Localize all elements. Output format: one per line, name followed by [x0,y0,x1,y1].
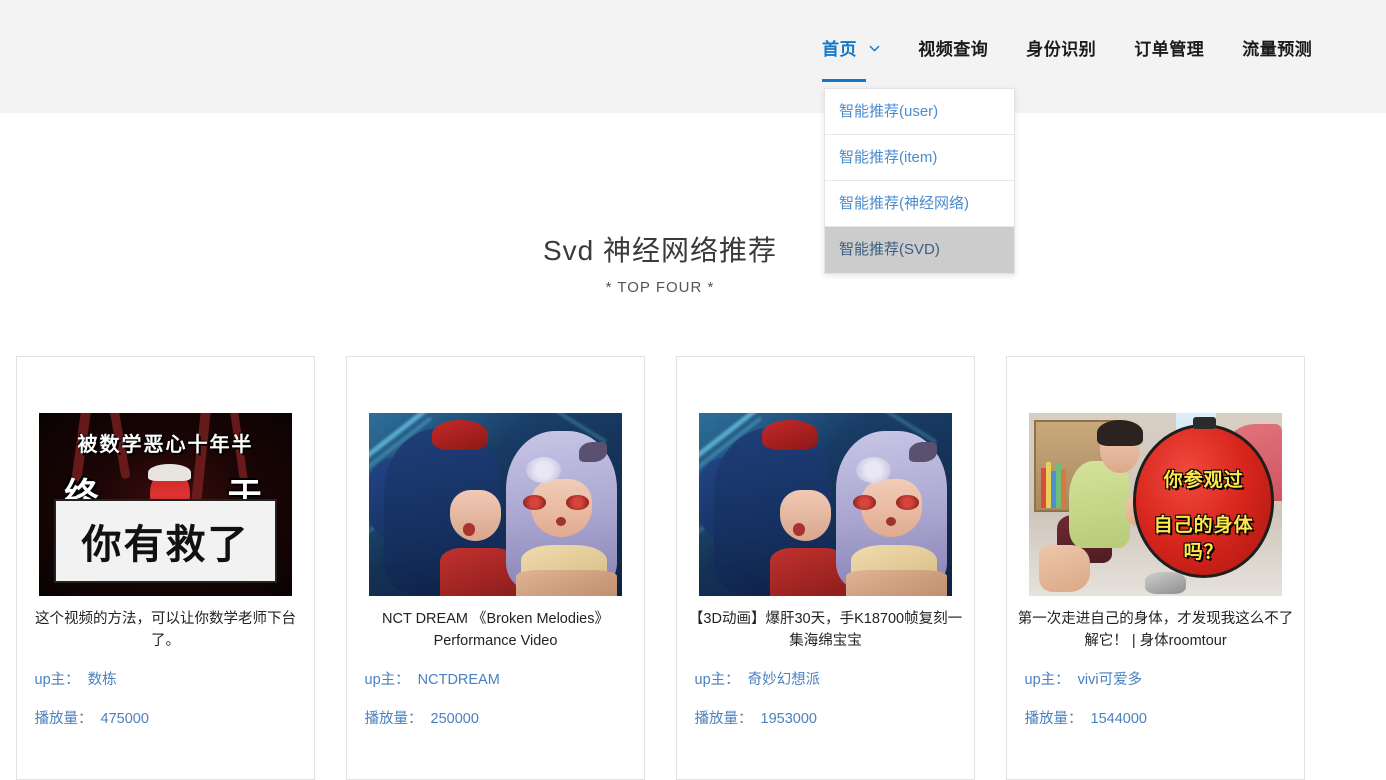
thumbnail-figure [566,495,590,510]
uploader-value: 奇妙幻想派 [747,672,821,688]
thumbnail-overlay-badge: 你参观过 自己的身体吗？ [1132,423,1275,578]
thumbnail-figure [845,570,947,596]
thumbnail-figure [853,495,877,510]
thumbnail-figure [523,495,547,510]
uploader-value: NCTDREAM [417,672,500,688]
thumbnail-text-bottom: 自己的身体吗？ [1153,513,1254,563]
thumbnail-text-box: 你有救了 [54,499,277,584]
nav-item-home[interactable]: 首页 [822,38,880,82]
active-tab-underline [822,79,867,82]
thumbnail-figure [1039,544,1090,593]
card-uploader: up主： NCTDREAM [365,668,627,689]
main-navigation: 首页 视频查询 身份识别 订单管理 流量预测 [822,38,1312,82]
views-value: 1953000 [760,711,817,727]
dropdown-item-recommend-neural-network[interactable]: 智能推荐(神经网络) [825,181,1014,227]
video-thumbnail[interactable] [699,413,952,596]
nav-item-traffic-forecast[interactable]: 流量预测 [1242,38,1312,66]
thumbnail-background-object [1145,572,1186,595]
card-title: 第一次走进自己的身体，才发现我这么不了解它！ | 身体roomtour [1017,611,1294,649]
thumbnail-figure [439,548,516,596]
card-uploader: up主： vivi可爱多 [1025,668,1287,689]
video-thumbnail[interactable]: 被数学恶心十年半 终 于 你有救了 [39,413,292,596]
thumbnail-figure [896,495,920,510]
thumbnail-figure [1097,420,1143,446]
chevron-down-icon [869,43,880,54]
thumbnail-text-top: 被数学恶心十年半 [77,431,254,456]
views-label: 播放量： [694,711,753,727]
thumbnail-figure [769,548,846,596]
card-views: 播放量： 1953000 [695,707,957,728]
thumbnail-figure [515,570,617,596]
nav-item-order-management-label: 订单管理 [1134,40,1205,59]
views-value: 250000 [430,711,479,727]
recommendation-card[interactable]: 你参观过 自己的身体吗？ 第一次走进自己的身体，才发现我这么不了解它！ | 身体… [1006,356,1305,780]
uploader-value: vivi可爱多 [1077,672,1143,688]
nav-item-identity-recognition[interactable]: 身份识别 [1026,38,1096,66]
card-views: 播放量： 1544000 [1025,707,1287,728]
nav-item-home-label: 首页 [822,40,857,59]
views-value: 1544000 [1090,711,1147,727]
thumbnail-text-top: 你参观过 [1163,469,1244,492]
thumbnail-figure-hair [147,464,191,482]
uploader-label: up主： [364,672,410,688]
dropdown-item-recommend-user[interactable]: 智能推荐(user) [825,89,1014,135]
dropdown-item-recommend-svd[interactable]: 智能推荐(SVD) [825,227,1014,273]
card-uploader: up主： 数栋 [35,668,297,689]
recommendation-card[interactable]: 【3D动画】爆肝30天，手K18700帧复刻一集海绵宝宝 up主： 奇妙幻想派 播… [676,356,975,780]
views-label: 播放量： [1024,711,1083,727]
thumbnail-figure [792,522,806,536]
uploader-label: up主： [34,672,80,688]
card-views: 播放量： 475000 [35,707,297,728]
nav-item-video-query-label: 视频查询 [918,40,989,59]
video-thumbnail[interactable] [369,413,622,596]
uploader-label: up主： [1024,672,1070,688]
dropdown-item-recommend-item[interactable]: 智能推荐(item) [825,135,1014,181]
card-title: NCT DREAM 《Broken Melodies》Performance V… [382,611,609,649]
thumbnail-figure [462,522,476,536]
uploader-value: 数栋 [87,672,117,688]
page-subtitle: * TOP FOUR * [605,279,715,296]
thumbnail-figure [779,489,831,542]
thumbnail-figure [432,420,488,450]
video-thumbnail[interactable]: 你参观过 自己的身体吗？ [1029,413,1282,596]
thumbnail-figure [449,489,501,542]
thumbnail-figure [1069,460,1131,549]
card-title: 【3D动画】爆肝30天，手K18700帧复刻一集海绵宝宝 [688,611,963,649]
nav-item-order-management[interactable]: 订单管理 [1134,38,1204,66]
recommendation-card-list: 被数学恶心十年半 终 于 你有救了 这个视频的方法，可以让你数学老师下台了。 u… [16,356,1370,780]
nav-item-traffic-forecast-label: 流量预测 [1242,40,1313,59]
page-title: Svd 神经网络推荐 [542,235,778,266]
thumbnail-figure [855,456,892,483]
thumbnail-figure [525,456,562,483]
home-dropdown-menu: 智能推荐(user) 智能推荐(item) 智能推荐(神经网络) 智能推荐(SV… [824,88,1015,274]
uploader-label: up主： [694,672,740,688]
recommendation-card[interactable]: NCT DREAM 《Broken Melodies》Performance V… [346,356,645,780]
thumbnail-background-object [1193,416,1217,430]
views-value: 475000 [100,711,149,727]
card-views: 播放量： 250000 [365,707,627,728]
top-header-bar: 首页 视频查询 身份识别 订单管理 流量预测 [0,0,1386,113]
recommendation-card[interactable]: 被数学恶心十年半 终 于 你有救了 这个视频的方法，可以让你数学老师下台了。 u… [16,356,315,780]
nav-item-video-query[interactable]: 视频查询 [918,38,988,66]
nav-item-identity-recognition-label: 身份识别 [1026,40,1097,59]
card-uploader: up主： 奇妙幻想派 [695,668,957,689]
views-label: 播放量： [364,711,423,727]
card-title: 这个视频的方法，可以让你数学老师下台了。 [35,611,296,649]
views-label: 播放量： [34,711,93,727]
thumbnail-figure [762,420,818,450]
